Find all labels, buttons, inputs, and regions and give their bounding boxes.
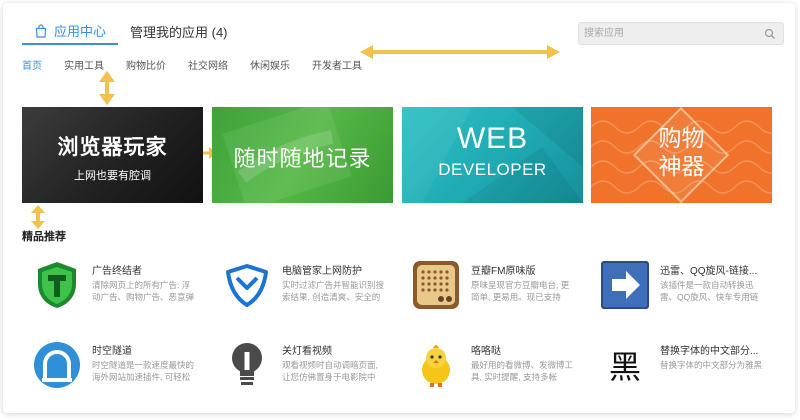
app-card-font-replace[interactable]: 黑 替换字体的中文部分... 替换字体的中文部分为雅黑 <box>590 340 770 396</box>
app-description: 清除网页上的所有广告: 浮动广告、购物广告、恶意弹窗... <box>92 280 194 302</box>
search-box <box>578 22 784 45</box>
banner-record-anytime[interactable]: 随时随地记录 <box>212 107 393 203</box>
vertical-annotation-arrow-top <box>99 71 115 105</box>
chick-icon <box>422 345 450 387</box>
banner-title: 浏览器玩家 <box>57 134 168 159</box>
radio-icon <box>413 261 459 309</box>
banner-title: WEB <box>456 122 529 155</box>
tencent-shield-icon <box>226 264 268 307</box>
category-social[interactable]: 社交网络 <box>188 57 228 72</box>
category-shopping[interactable]: 购物比价 <box>126 57 166 72</box>
banner-title: 购物 神器 <box>591 125 772 181</box>
tab-app-center[interactable]: 应用中心 <box>22 18 119 45</box>
app-center-window: 应用中心 管理我的应用 (4) 首页 实用工具 购物比价 社交网络 休闲娱乐 开… <box>0 0 800 420</box>
app-description: 时空隧道是一款速度最快的海外网站加速插件, 可轻松访... <box>92 360 194 382</box>
app-description: 观看视频时自动调暗页面, 让您仿佛置身于电影院中 <box>282 360 378 382</box>
shopping-bag-icon <box>35 23 47 38</box>
shield-t-icon <box>38 262 76 308</box>
category-utilities[interactable]: 实用工具 <box>64 57 104 72</box>
app-card-pc-manager[interactable]: 电脑管家上网防护 实时过滤广告并智能识别搜索结果, 创造清爽、安全的上... <box>212 260 392 316</box>
search-icon[interactable] <box>764 28 776 40</box>
category-developer[interactable]: 开发者工具 <box>312 57 362 72</box>
app-description: 该插件是一款自动转换迅雷、QQ旋风、快车专用链的工... <box>660 280 759 302</box>
vertical-annotation-arrow-bottom <box>31 205 45 229</box>
app-name: 时空隧道 <box>92 346 132 357</box>
app-name: 广告终结者 <box>92 266 142 277</box>
bulb-icon <box>232 343 262 385</box>
app-description: 实时过滤广告并智能识别搜索结果, 创造清爽、安全的上... <box>282 280 384 302</box>
app-name: 豆瓣FM原味版 <box>471 266 536 277</box>
app-description: 替换字体的中文部分为雅黑 <box>660 360 762 370</box>
category-leisure[interactable]: 休闲娱乐 <box>250 57 290 72</box>
app-name: 电脑管家上网防护 <box>282 266 362 277</box>
search-input[interactable] <box>579 23 759 44</box>
banner-browser-player[interactable]: 浏览器玩家 上网也要有腔调 <box>22 107 203 203</box>
app-description: 原味呈现官方豆瓣电台, 更简单, 更易用。现已支持pro... <box>471 280 570 302</box>
app-name: 关灯看视频 <box>282 346 332 357</box>
category-home[interactable]: 首页 <box>22 57 42 72</box>
hei-char-icon: 黑 <box>608 348 641 386</box>
tab-label: 管理我的应用 (4) <box>130 25 228 40</box>
app-name: 替换字体的中文部分... <box>660 346 759 357</box>
banner-web-developer[interactable]: WEB DEVELOPER <box>402 107 583 203</box>
horizontal-annotation-arrow <box>360 45 560 59</box>
tab-manage-apps[interactable]: 管理我的应用 (4) <box>118 18 240 45</box>
banner-title: 随时随地记录 <box>233 147 372 172</box>
app-card-xunlei-link[interactable]: 迅雷、QQ旋风-链接... 该插件是一款自动转换迅雷、QQ旋风、快车专用链的工.… <box>590 260 770 316</box>
app-card-douban-fm[interactable]: 豆瓣FM原味版 原味呈现官方豆瓣电台, 更简单, 更易用。现已支持pro... <box>401 260 581 316</box>
tab-bar: 应用中心 管理我的应用 (4) <box>22 18 240 45</box>
tab-label: 应用中心 <box>54 24 107 39</box>
app-card-gegeda[interactable]: 咯咯哒 最好用的看微博、发微博工具, 实时提醒, 支持多帐号。 <box>401 340 581 396</box>
app-description: 最好用的看微博、发微博工具, 实时提醒, 支持多帐号。 <box>471 360 573 382</box>
banner-title-line1: 购物 <box>658 126 705 152</box>
app-card-lights-off[interactable]: 关灯看视频 观看视频时自动调暗页面, 让您仿佛置身于电影院中 <box>212 340 392 396</box>
app-name: 迅雷、QQ旋风-链接... <box>660 266 758 277</box>
featured-section-title: 精品推荐 <box>22 231 66 243</box>
banner-title-line2: 神器 <box>658 154 705 180</box>
app-card-ad-terminator[interactable]: 广告终结者 清除网页上的所有广告: 浮动广告、购物广告、恶意弹窗... <box>22 260 202 316</box>
arrow-right-icon <box>601 261 649 309</box>
app-card-time-tunnel[interactable]: 时空隧道 时空隧道是一款速度最快的海外网站加速插件, 可轻松访... <box>22 340 202 396</box>
tunnel-icon <box>34 342 80 388</box>
category-nav: 首页 实用工具 购物比价 社交网络 休闲娱乐 开发者工具 <box>22 57 384 72</box>
banner-shopping-artifact[interactable]: 购物 神器 <box>591 107 772 203</box>
banner-subtitle: DEVELOPER <box>438 160 547 179</box>
banner-subtitle: 上网也要有腔调 <box>74 169 151 182</box>
app-name: 咯咯哒 <box>471 346 501 357</box>
